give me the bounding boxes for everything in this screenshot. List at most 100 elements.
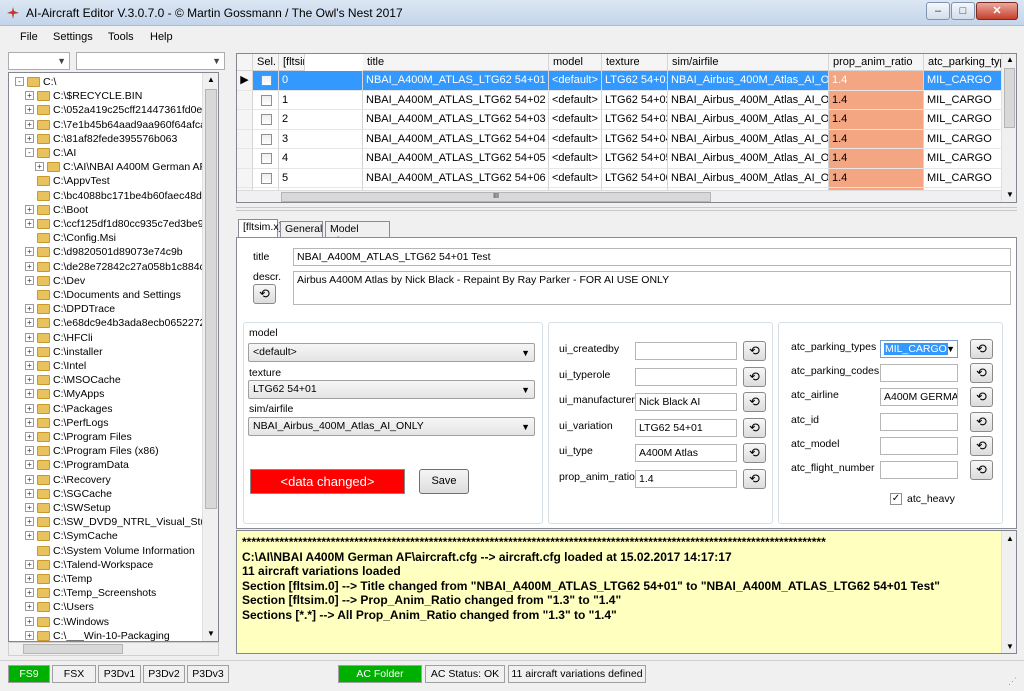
expand-toggle-icon[interactable]: + [25,261,34,271]
resize-grip-icon[interactable]: ⋰ [1008,676,1017,687]
refresh-button[interactable]: ⟲ [970,411,993,432]
grid-cell-model[interactable]: <default> [549,71,602,91]
row-header[interactable] [237,168,253,188]
tree-item[interactable]: + C:\MyApps [9,387,202,401]
expand-toggle-icon[interactable]: + [25,318,34,328]
tree-item[interactable]: + C:\$RECYCLE.BIN [9,89,202,103]
grid-cell-texture[interactable]: LTG62 54+02 [602,90,668,110]
grid-cell-sim[interactable]: NBAI_Airbus_400M_Atlas_AI_ONLY [668,71,829,91]
refresh-button[interactable]: ⟲ [970,363,993,384]
grid-hscroll-thumb[interactable]: III [281,192,711,202]
atc-field-input[interactable] [880,412,958,431]
expand-toggle-icon[interactable]: + [25,361,34,370]
scroll-down-icon[interactable]: ▼ [1006,640,1014,653]
menu-file[interactable]: File [20,31,38,43]
select-cell[interactable] [253,90,279,110]
grid-cell-parking[interactable]: MIL_CARGO [924,110,1002,130]
tree-item[interactable]: + C:\d9820501d89073e74c9b [9,245,202,259]
grid-cell-sim[interactable]: NBAI_Airbus_400M_Atlas_AI_ONLY [668,129,829,149]
tree-item[interactable]: + C:\SW_DVD9_NTRL_Visual_Studio_ [9,515,218,529]
tree-item[interactable]: + C:\Packages [9,402,202,416]
grid-cell-parking[interactable]: MIL_CARGO [924,168,1002,188]
tree-item[interactable]: + C:\Boot [9,203,202,217]
status-fs9[interactable]: FS9 [8,665,50,683]
expand-toggle-icon[interactable]: + [25,247,34,257]
column-header[interactable]: Sel. [253,54,279,71]
grid-cell-title[interactable]: NBAI_A400M_ATLAS_LTG62 54+04 [363,129,549,149]
tree-item[interactable]: - C:\AI [9,146,202,160]
grid-cell-ratio[interactable]: 1.4 [829,149,924,169]
refresh-button[interactable]: ⟲ [743,468,766,489]
grid-cell-sim[interactable]: NBAI_Airbus_400M_Atlas_AI_ONLY [668,90,829,110]
row-select-checkbox[interactable] [261,172,272,184]
refresh-button[interactable]: ⟲ [970,339,993,359]
row-select-checkbox[interactable] [261,153,272,164]
grid-cell-ratio[interactable]: 1.4 [829,168,924,188]
menu-settings[interactable]: Settings [53,31,93,43]
grid-cell-texture[interactable]: LTG62 54+05 [602,149,668,169]
row-header[interactable]: ▶ [237,71,253,91]
grid-cell-sim[interactable]: NBAI_Airbus_400M_Atlas_AI_ONLY [668,149,829,169]
grid-cell-ratio[interactable]: 1.4 [829,90,924,110]
tree-item[interactable]: + C:\DPDTrace [9,302,202,316]
grid-cell-parking[interactable]: MIL_CARGO [924,129,1002,149]
grid-cell-texture[interactable]: LTG62 54+04 [602,129,668,149]
row-select-checkbox[interactable] [261,133,272,145]
tree-item[interactable]: + C:\PerfLogs [9,416,202,430]
scroll-down-icon[interactable]: ▼ [1006,190,1014,199]
select-cell[interactable] [253,168,279,188]
splitter[interactable] [236,207,1017,211]
title-input[interactable]: NBAI_A400M_ATLAS_LTG62 54+01 Test [293,248,1011,266]
row-header[interactable] [237,129,253,149]
select-cell[interactable] [253,149,279,169]
atc-field-input[interactable] [880,461,958,479]
tree-item[interactable]: + C:\Windows [9,615,202,629]
expand-toggle-icon[interactable]: + [25,574,34,583]
tree-item[interactable]: + C:\Recovery [9,473,202,487]
descr-refresh-button[interactable]: ⟲ [253,284,276,304]
tree-item[interactable]: + C:\Talend-Workspace [9,558,202,572]
column-header[interactable]: atc_parking_types [924,54,1002,71]
tree-horizontal-scrollbar[interactable] [8,642,219,656]
expand-toggle-icon[interactable]: + [25,488,34,498]
expand-toggle-icon[interactable]: + [25,616,34,626]
tree-item[interactable]: + C:\ccf125df1d80cc935c7ed3be9d [9,217,209,231]
save-button[interactable]: Save [419,469,469,494]
column-header[interactable]: texture [602,54,668,71]
grid-cell-texture[interactable]: LTG62 54+01 [602,71,668,91]
scroll-down-icon[interactable]: ▼ [207,629,215,638]
tree-item[interactable]: + C:\___Win-10-Packaging [9,629,202,641]
tree-item[interactable]: + C:\81af82fede395576b063 [9,132,202,146]
expand-toggle-icon[interactable]: + [25,588,34,598]
sim-dropdown[interactable]: NBAI_Airbus_400M_Atlas_AI_ONLY ▼ [248,417,535,436]
expand-toggle-icon[interactable]: + [25,559,34,569]
column-header[interactable]: prop_anim_ratio [829,54,924,71]
tree-item[interactable]: + C:\Intel [9,359,202,373]
refresh-button[interactable]: ⟲ [970,387,993,408]
tree-item[interactable]: + C:\Users [9,600,202,614]
expand-toggle-icon[interactable]: + [25,119,34,129]
expand-toggle-icon[interactable]: + [25,91,34,101]
atc-heavy-checkbox[interactable]: ✓ [890,493,902,505]
atc-field-input[interactable] [880,436,958,455]
tree-item[interactable]: + C:\SWSetup [9,501,202,515]
grid-cell-model[interactable]: <default> [549,149,602,169]
scroll-up-icon[interactable]: ▲ [1006,532,1014,547]
tab-fltsim[interactable]: [fltsim.x] [238,219,282,237]
tree-item[interactable]: C:\Config.Msi [9,231,202,245]
tree-item[interactable]: + C:\Program Files [9,430,202,444]
texture-dropdown[interactable]: LTG62 54+01 ▼ [248,380,535,399]
tree-item[interactable]: + C:\Temp [9,572,202,586]
grid-cell-parking[interactable]: MIL_CARGO [924,90,1002,110]
grid-cell-parking[interactable]: MIL_CARGO [924,71,1002,91]
tree-item[interactable]: + C:\Temp_Screenshots [9,586,202,600]
tree-item[interactable]: C:\bc4088bc171be4b60faec48dec [9,189,213,203]
status-fsx[interactable]: FSX [52,665,96,683]
grid-cell-model[interactable]: <default> [549,110,602,130]
tree-item[interactable]: C:\AppvTest [9,174,202,188]
expand-toggle-icon[interactable]: + [25,204,34,214]
grid-cell-title[interactable]: NBAI_A400M_ATLAS_LTG62 54+06 [363,168,549,188]
drive-select[interactable]: ▼ [8,52,70,70]
grid-cell-ratio[interactable]: 1.4 [829,129,924,149]
grid-vertical-scrollbar[interactable]: ▲ ▼ [1001,54,1016,202]
